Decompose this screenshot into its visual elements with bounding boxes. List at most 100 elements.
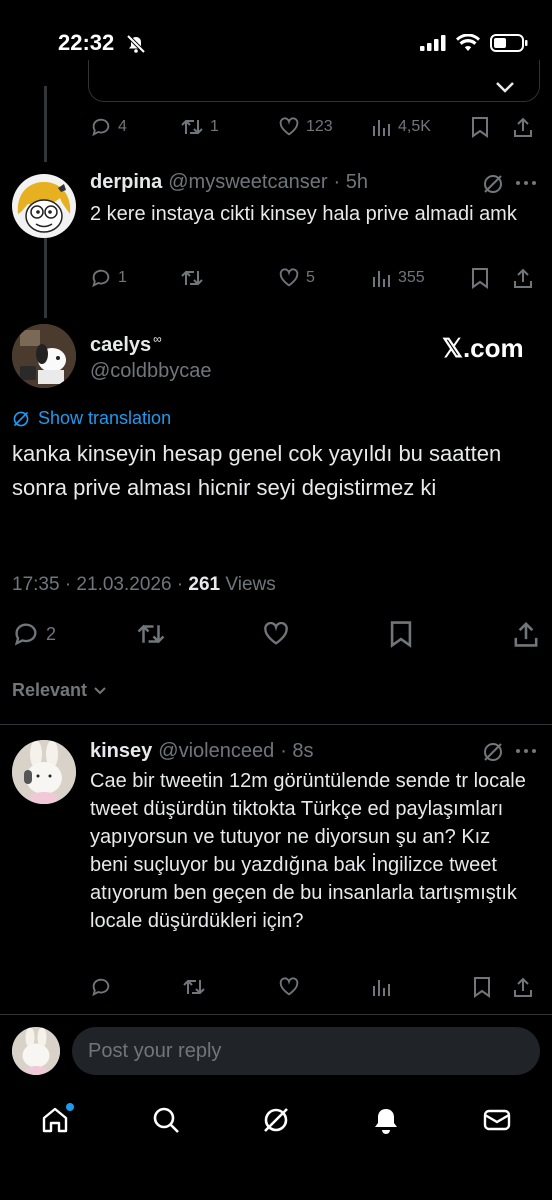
repost-button[interactable] xyxy=(136,620,166,648)
nav-search[interactable] xyxy=(151,1105,181,1135)
nav-home[interactable] xyxy=(40,1103,75,1135)
author-handle[interactable]: @coldbbycae xyxy=(90,360,211,383)
like-count: 123 xyxy=(306,118,333,135)
wifi-icon xyxy=(456,34,480,51)
battery-icon xyxy=(490,34,528,52)
bookmark-button[interactable] xyxy=(388,620,414,648)
share-button[interactable] xyxy=(512,976,534,998)
avatar[interactable] xyxy=(12,174,76,238)
reply-placeholder: Post your reply xyxy=(88,1039,222,1062)
thread-line xyxy=(44,86,47,162)
like-button[interactable] xyxy=(262,620,290,648)
top-tweet-actions: 4 1 123 4,5K xyxy=(90,116,540,138)
reply-count: 2 xyxy=(46,623,57,644)
status-icons xyxy=(420,34,528,52)
post-time: · 5h xyxy=(333,171,368,193)
post-time: · 8s xyxy=(280,740,314,762)
views-count: 261 xyxy=(188,574,221,595)
repost-button[interactable]: 1 xyxy=(180,116,278,138)
nav-notifications[interactable] xyxy=(371,1105,401,1135)
status-time: 22:32 xyxy=(58,30,115,55)
like-icon xyxy=(279,117,299,136)
bookmark-icon xyxy=(472,117,488,138)
author-handle[interactable]: @mysweetcanser xyxy=(168,171,327,194)
bookmark-icon xyxy=(474,977,490,998)
more-icon[interactable] xyxy=(514,172,538,194)
share-icon xyxy=(514,977,532,997)
repost-count: 1 xyxy=(210,118,219,135)
share-button[interactable] xyxy=(512,620,540,648)
timestamp[interactable]: 17:35 · 21.03.2026 · xyxy=(12,574,188,595)
reply-button[interactable]: 4 xyxy=(90,116,180,138)
silent-mode-icon xyxy=(126,34,146,54)
share-icon xyxy=(514,268,532,288)
repost-icon xyxy=(137,624,165,644)
like-icon xyxy=(279,977,299,996)
share-button[interactable] xyxy=(512,116,534,138)
avatar[interactable] xyxy=(12,324,76,388)
reply-button[interactable]: 2 xyxy=(12,620,56,648)
like-button[interactable] xyxy=(278,976,372,998)
repost-button[interactable] xyxy=(180,267,278,289)
repost-icon xyxy=(183,979,205,995)
share-button[interactable] xyxy=(512,267,534,289)
main-tweet-actions: 2 xyxy=(12,620,540,648)
reply1-text: 2 kere instaya cikti kinsey hala prive a… xyxy=(90,203,517,225)
bottom-nav xyxy=(0,1090,552,1150)
author-name[interactable]: kinsey xyxy=(90,740,152,763)
nav-messages[interactable] xyxy=(482,1105,512,1135)
views-icon xyxy=(373,120,390,136)
avatar[interactable] xyxy=(12,740,76,804)
reply-button[interactable] xyxy=(90,976,182,998)
repost-button[interactable] xyxy=(182,976,278,998)
grok-icon[interactable] xyxy=(482,741,504,763)
name-badge: ∞ xyxy=(153,332,162,346)
home-icon xyxy=(42,1107,68,1133)
views-icon xyxy=(373,980,390,996)
more-icon[interactable] xyxy=(514,740,538,762)
reply-count: 4 xyxy=(118,118,127,135)
like-icon xyxy=(279,268,299,287)
sort-label: Relevant xyxy=(12,680,88,700)
messages-icon xyxy=(483,1109,510,1131)
reply-icon xyxy=(92,118,110,137)
bookmark-button[interactable] xyxy=(472,976,512,998)
views-button[interactable]: 355 xyxy=(372,268,470,288)
show-translation-link[interactable]: Show translation xyxy=(12,408,171,429)
cellular-icon xyxy=(420,35,446,51)
bookmark-button[interactable] xyxy=(470,116,512,138)
reply-button[interactable]: 1 xyxy=(90,267,180,289)
like-button[interactable]: 123 xyxy=(278,116,372,138)
sort-dropdown[interactable]: Relevant xyxy=(12,680,107,701)
reply2-actions xyxy=(90,976,540,998)
reply1-actions: 1 5 355 xyxy=(90,267,540,289)
reply-icon xyxy=(92,269,110,288)
main-tweet-text: kanka kinseyin hesap genel cok yayıldı b… xyxy=(12,441,502,500)
bookmark-button[interactable] xyxy=(470,267,512,289)
translate-icon xyxy=(13,411,29,426)
author-handle[interactable]: @violenceed xyxy=(158,740,274,763)
show-translation-label[interactable]: Show translation xyxy=(38,408,171,429)
views-button[interactable] xyxy=(372,977,472,997)
divider xyxy=(0,724,552,725)
chevron-down-icon xyxy=(94,686,106,694)
share-icon xyxy=(514,622,538,647)
x-watermark: 𝕏.com xyxy=(442,333,524,363)
reply-input[interactable]: Post your reply xyxy=(72,1027,540,1075)
grok-icon[interactable] xyxy=(482,173,504,195)
author-name[interactable]: derpina xyxy=(90,171,162,194)
quoted-tweet-card[interactable] xyxy=(88,60,540,102)
main-author-name-row[interactable]: caelys ∞ xyxy=(90,332,162,357)
chevron-down-icon[interactable] xyxy=(494,80,516,94)
like-button[interactable]: 5 xyxy=(278,267,372,289)
views-count: 4,5K xyxy=(398,118,431,135)
reply1-header: derpina @mysweetcanser · 5h xyxy=(90,171,368,194)
author-name[interactable]: caelys xyxy=(90,334,151,357)
grok-icon xyxy=(264,1108,288,1132)
thread-line xyxy=(44,238,47,318)
views-count: 355 xyxy=(398,269,425,286)
like-icon xyxy=(264,621,288,645)
nav-grok[interactable] xyxy=(261,1105,291,1135)
views-button[interactable]: 4,5K xyxy=(372,117,470,137)
reply2-text: Cae bir tweetin 12m görüntülende sende t… xyxy=(90,770,526,932)
